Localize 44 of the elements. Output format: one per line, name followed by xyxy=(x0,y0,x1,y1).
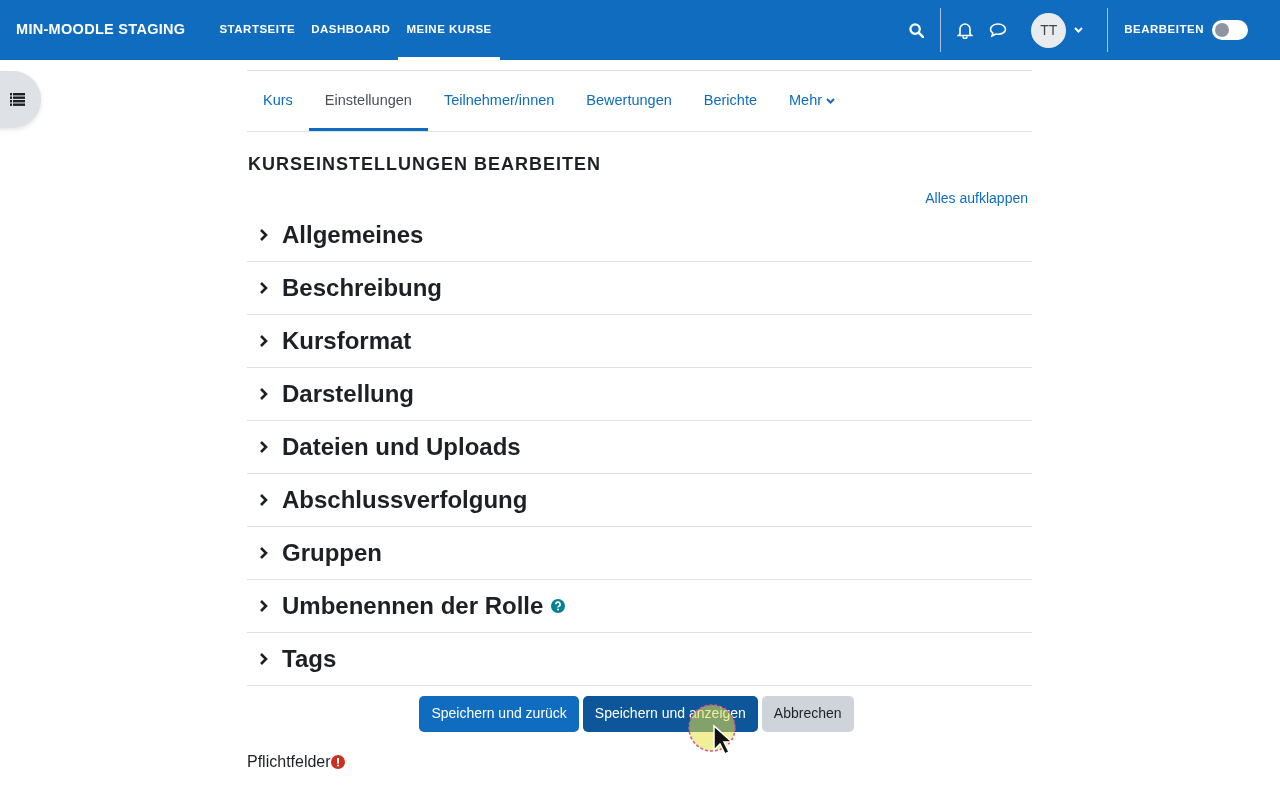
chevron-right-icon[interactable] xyxy=(258,545,270,560)
section-header[interactable]: Gruppen xyxy=(282,534,382,571)
chat-icon[interactable] xyxy=(989,22,1008,38)
exclamation-icon xyxy=(330,754,345,769)
drawer-toggle-button[interactable] xyxy=(0,71,41,128)
page-heading: KURSEINSTELLUNGEN BEARBEITEN xyxy=(248,154,603,176)
tab[interactable]: Berichte xyxy=(687,71,773,131)
expand-all-link[interactable]: Alles aufklappen xyxy=(925,187,1028,209)
list-icon xyxy=(10,93,25,106)
edit-mode-label: BEARBEITEN xyxy=(1124,22,1205,38)
caret-icon xyxy=(826,98,836,104)
user-avatar[interactable]: TT xyxy=(1031,12,1067,48)
tab[interactable]: Einstellungen xyxy=(308,71,428,131)
required-note: Pflichtfelder xyxy=(247,751,331,772)
chevron-right-icon[interactable] xyxy=(258,227,270,242)
chevron-right-icon[interactable] xyxy=(258,280,270,295)
section-header[interactable]: Darstellung xyxy=(282,375,415,412)
tab[interactable]: Mehr xyxy=(773,71,852,131)
caret-icon[interactable] xyxy=(1074,27,1084,33)
nav-link[interactable]: STARTSEITE xyxy=(211,0,304,60)
chevron-right-icon[interactable] xyxy=(258,492,270,507)
section-header[interactable]: Allgemeines xyxy=(282,216,424,253)
form-button[interactable]: Abbrechen xyxy=(761,695,854,732)
nav-link[interactable]: MEINE KURSE xyxy=(398,0,500,60)
chevron-right-icon[interactable] xyxy=(258,598,270,613)
chevron-right-icon[interactable] xyxy=(258,333,270,348)
help-icon[interactable] xyxy=(551,598,566,613)
section-header[interactable]: Kursformat xyxy=(282,322,412,359)
tab[interactable]: Teilnehmer/innen xyxy=(427,71,571,131)
chevron-right-icon[interactable] xyxy=(258,386,270,401)
edit-mode-toggle[interactable] xyxy=(1212,20,1248,40)
tab[interactable]: Bewertungen xyxy=(570,71,688,131)
section-header[interactable]: Tags xyxy=(282,640,337,677)
section-header[interactable]: Umbenennen der Rolle xyxy=(282,587,544,624)
bell-icon[interactable] xyxy=(957,21,974,39)
tab[interactable]: Kurs xyxy=(247,71,309,131)
section-header[interactable]: Dateien und Uploads xyxy=(282,428,521,465)
section-header[interactable]: Abschlussverfolgung xyxy=(282,481,528,518)
form-button[interactable]: Speichern und zurück xyxy=(419,695,579,732)
section-header[interactable]: Beschreibung xyxy=(282,269,443,306)
site-name[interactable]: MIN-MOODLE STAGING xyxy=(16,19,186,41)
chevron-right-icon[interactable] xyxy=(258,439,270,454)
chevron-right-icon[interactable] xyxy=(258,651,270,666)
nav-link[interactable]: DASHBOARD xyxy=(303,0,399,60)
